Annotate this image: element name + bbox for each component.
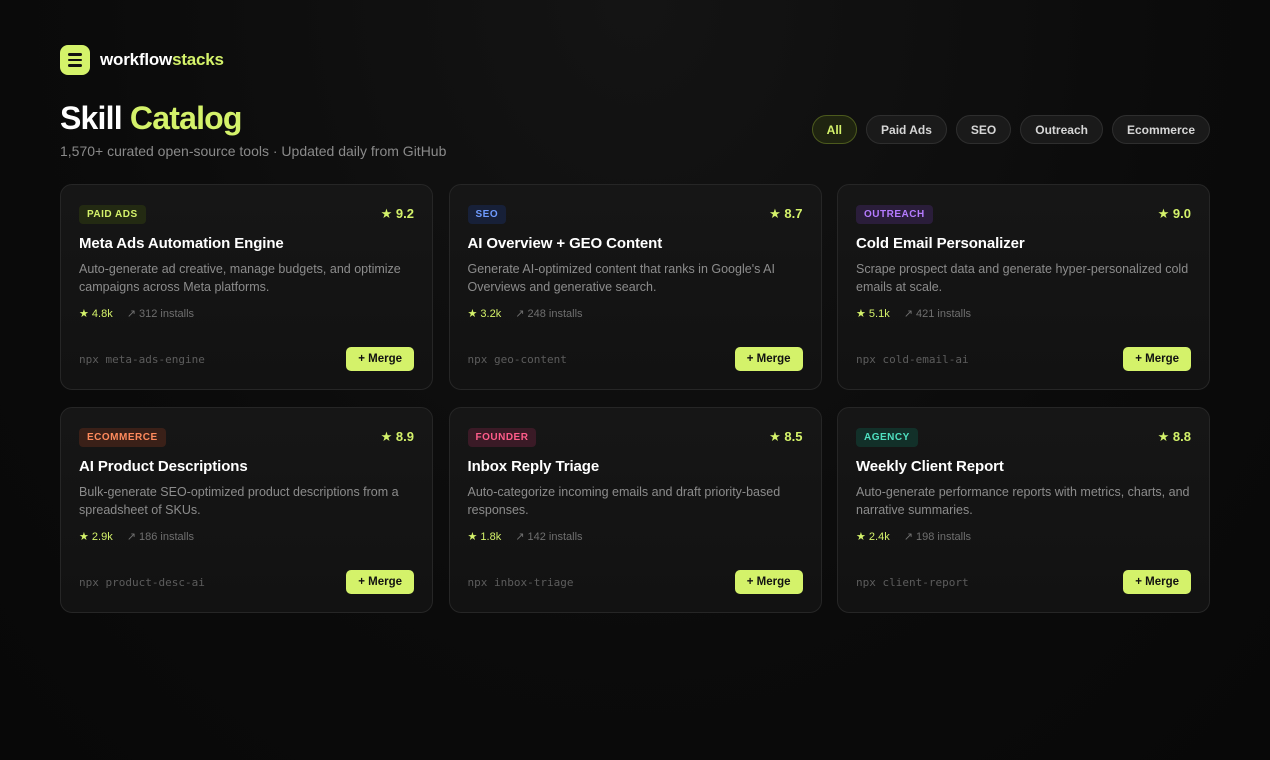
rating-score: ★ 8.7 (769, 206, 803, 221)
install-count: ↗ 421 installs (903, 308, 972, 320)
github-stars: ★ 3.2k (467, 308, 502, 320)
install-count: ↗ 198 installs (903, 531, 972, 543)
filter-ecommerce[interactable]: Ecommerce (1111, 115, 1210, 144)
install-count: ↗ 248 installs (515, 308, 583, 320)
rating-score: ★ 8.5 (769, 429, 803, 444)
skill-description: Auto-generate ad creative, manage budget… (79, 262, 401, 294)
skill-grid: PAID ADS ★ 9.2 Meta Ads Automation Engin… (60, 184, 1210, 613)
skill-card[interactable]: FOUNDER ★ 8.5 Inbox Reply Triage Auto-ca… (448, 407, 822, 613)
skill-description: Auto-categorize incoming emails and draf… (467, 485, 781, 517)
install-count: ↗ 312 installs (126, 308, 195, 320)
skill-title[interactable]: Weekly Client Report (856, 458, 1191, 475)
skill-title[interactable]: AI Product Descriptions (79, 458, 414, 475)
category-tag: PAID ADS (79, 204, 146, 224)
filter-all[interactable]: All (811, 115, 858, 144)
category-tag: AGENCY (856, 427, 918, 447)
category-tag: FOUNDER (467, 427, 537, 447)
category-filters: All Paid Ads SEO Outreach Ecommerce (811, 115, 1210, 144)
category-tag: ECOMMERCE (79, 427, 166, 447)
install-command[interactable]: npx meta-ads-engine (79, 353, 205, 366)
stack-logo-icon (60, 45, 90, 75)
skill-description: Bulk-generate SEO-optimized product desc… (79, 485, 399, 517)
skill-card[interactable]: ECOMMERCE ★ 8.9 AI Product Descriptions … (60, 407, 433, 613)
skill-card[interactable]: PAID ADS ★ 9.2 Meta Ads Automation Engin… (60, 184, 433, 390)
github-stars: ★ 5.1k (856, 308, 890, 320)
skill-title[interactable]: AI Overview + GEO Content (468, 235, 803, 252)
skill-description: Generate AI-optimized content that ranks… (467, 262, 775, 294)
install-command[interactable]: npx client-report (856, 576, 969, 589)
merge-button[interactable]: + Merge (734, 347, 803, 371)
skill-description: Scrape prospect data and generate hyper-… (856, 262, 1189, 294)
skill-title[interactable]: Meta Ads Automation Engine (79, 235, 414, 252)
rating-score: ★ 8.8 (1157, 429, 1191, 444)
merge-button[interactable]: + Merge (734, 570, 803, 594)
filter-seo[interactable]: SEO (955, 115, 1012, 144)
skill-card[interactable]: AGENCY ★ 8.8 Weekly Client Report Auto-g… (837, 407, 1210, 613)
github-stars: ★ 2.9k (79, 531, 113, 543)
github-stars: ★ 4.8k (79, 308, 113, 320)
install-count: ↗ 142 installs (515, 531, 583, 543)
skill-title[interactable]: Cold Email Personalizer (856, 235, 1191, 252)
filter-outreach[interactable]: Outreach (1020, 115, 1103, 144)
skill-title[interactable]: Inbox Reply Triage (468, 458, 803, 475)
merge-button[interactable]: + Merge (1123, 570, 1191, 594)
skill-card[interactable]: SEO ★ 8.7 AI Overview + GEO Content Gene… (448, 184, 822, 390)
page-subtitle: 1,570+ curated open-source tools · Updat… (60, 143, 447, 159)
rating-score: ★ 9.0 (1157, 206, 1191, 221)
brand-name: workflowstacks (100, 50, 224, 69)
page-title: Skill Catalog (60, 100, 242, 136)
merge-button[interactable]: + Merge (346, 570, 414, 594)
merge-button[interactable]: + Merge (1123, 347, 1191, 371)
github-stars: ★ 2.4k (856, 531, 890, 543)
rating-score: ★ 9.2 (380, 206, 414, 221)
page: workflowstacks Skill Catalog 1,570+ cura… (0, 0, 1270, 760)
category-tag: OUTREACH (856, 204, 933, 224)
install-command[interactable]: npx product-desc-ai (79, 576, 205, 589)
github-stars: ★ 1.8k (467, 531, 502, 543)
skill-description: Auto-generate performance reports with m… (856, 485, 1190, 517)
install-command[interactable]: npx geo-content (468, 353, 567, 366)
category-tag: SEO (467, 204, 507, 224)
install-command[interactable]: npx cold-email-ai (856, 353, 969, 366)
merge-button[interactable]: + Merge (346, 347, 414, 371)
filter-paid-ads[interactable]: Paid Ads (866, 115, 947, 144)
install-command[interactable]: npx inbox-triage (468, 576, 574, 589)
rating-score: ★ 8.9 (380, 429, 414, 444)
install-count: ↗ 186 installs (126, 531, 195, 543)
skill-card[interactable]: OUTREACH ★ 9.0 Cold Email Personalizer S… (837, 184, 1210, 390)
brand[interactable]: workflowstacks (60, 45, 224, 75)
